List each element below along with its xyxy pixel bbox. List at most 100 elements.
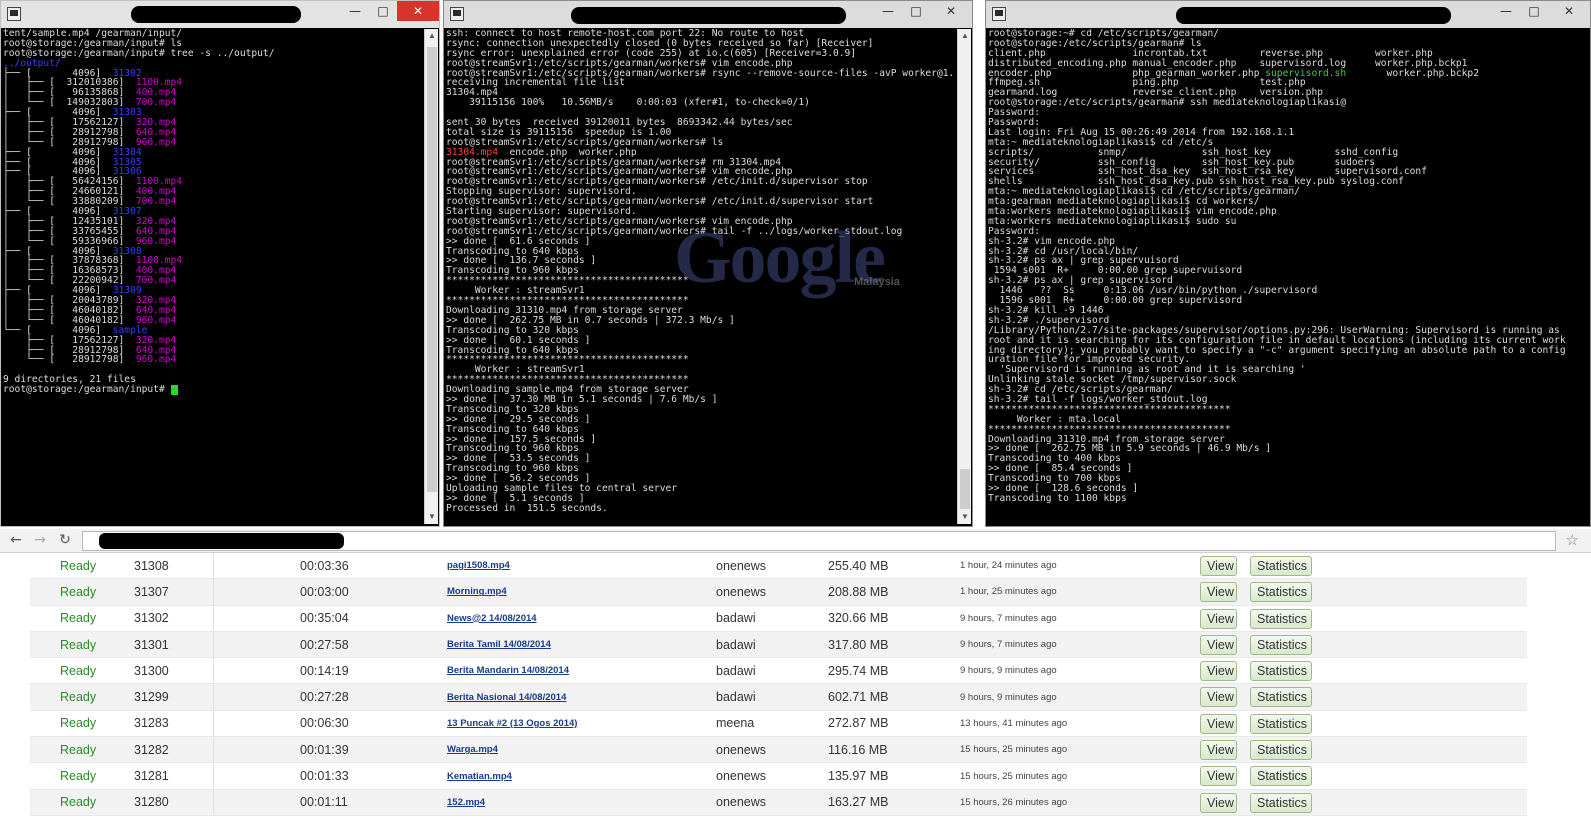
title-link[interactable]: Morning.mp4: [447, 586, 507, 597]
channel-cell: onenews: [716, 558, 767, 573]
title-bar[interactable]: — □ ✕: [986, 1, 1590, 28]
address-bar[interactable]: [82, 531, 1556, 551]
size-cell: 295.74 MB: [828, 663, 889, 678]
view-button[interactable]: View: [1200, 608, 1237, 629]
view-button[interactable]: View: [1200, 792, 1237, 813]
time-ago-cell: 15 hours, 25 minutes ago: [960, 744, 1068, 756]
id-cell: 31280: [134, 795, 169, 810]
scroll-down-icon[interactable]: ▼: [425, 510, 439, 524]
statistics-button[interactable]: Statistics: [1250, 634, 1312, 655]
back-icon[interactable]: ←: [6, 532, 26, 548]
column-divider: [213, 737, 214, 763]
redacted-title: [131, 6, 301, 23]
status-cell: Ready: [60, 795, 97, 810]
status-cell: Ready: [60, 637, 97, 652]
view-button[interactable]: View: [1200, 740, 1237, 761]
google-malaysia-overlay: Malaysia: [854, 276, 900, 288]
view-button[interactable]: View: [1200, 687, 1237, 708]
scroll-down-icon[interactable]: ▼: [958, 510, 972, 524]
title-link[interactable]: Berita Mandarin 14/08/2014: [447, 665, 569, 676]
statistics-button[interactable]: Statistics: [1250, 766, 1312, 787]
terminal-window-mta[interactable]: — □ ✕ root@storage:~# cd /etc/scripts/ge…: [985, 0, 1591, 527]
statistics-button[interactable]: Statistics: [1250, 792, 1312, 813]
view-button[interactable]: View: [1200, 766, 1237, 787]
close-button[interactable]: ✕: [397, 1, 439, 21]
column-divider: [213, 710, 214, 737]
view-button[interactable]: View: [1200, 582, 1237, 603]
column-divider: [213, 631, 214, 658]
title-link[interactable]: Berita Tamil 14/08/2014: [447, 639, 551, 650]
terminal-text: Processed in 151.5 seconds.: [446, 502, 608, 514]
forward-icon[interactable]: →: [30, 532, 50, 548]
view-button[interactable]: View: [1200, 713, 1237, 734]
size-cell: 163.27 MB: [828, 795, 889, 810]
title-link[interactable]: Kematian.mp4: [447, 771, 512, 782]
view-button[interactable]: View: [1200, 634, 1237, 655]
time-ago-cell: 15 hours, 26 minutes ago: [960, 796, 1068, 808]
duration-cell: 00:03:36: [300, 558, 349, 573]
duration-cell: 00:27:28: [300, 690, 349, 705]
title-link[interactable]: News@2 14/08/2014: [447, 613, 537, 624]
scroll-up-icon[interactable]: ▲: [958, 29, 972, 43]
terminal-output[interactable]: root@storage:~# cd /etc/scripts/gearman/…: [988, 29, 1588, 524]
scroll-thumb[interactable]: [427, 47, 437, 492]
status-cell: Ready: [60, 742, 97, 757]
terminal-window-streamsvr1[interactable]: — □ ✕ ssh: connect to host remote-host.c…: [443, 0, 973, 527]
time-ago-cell: 9 hours, 7 minutes ago: [960, 639, 1057, 651]
title-link[interactable]: Warga.mp4: [447, 744, 498, 755]
size-cell: 320.66 MB: [828, 611, 889, 626]
minimize-button[interactable]: —: [341, 1, 369, 21]
status-cell: Ready: [60, 558, 97, 573]
title-bar[interactable]: — □ ✕: [1, 1, 439, 28]
statistics-button[interactable]: Statistics: [1250, 661, 1312, 682]
redacted-url: [99, 533, 344, 549]
column-divider: [213, 553, 214, 579]
maximize-button[interactable]: □: [369, 1, 397, 21]
statistics-button[interactable]: Statistics: [1250, 556, 1312, 576]
statistics-button[interactable]: Statistics: [1250, 740, 1312, 761]
close-button[interactable]: ✕: [930, 1, 972, 21]
time-ago-cell: 15 hours, 25 minutes ago: [960, 770, 1068, 782]
browser-window: ← → ↻ ☆ Ready 31308 00:03:36 pagi1508.mp4 on…: [0, 529, 1591, 828]
id-cell: 31307: [134, 584, 169, 599]
table-row: Ready 31283 00:06:30 13 Puncak #2 (13 Ogos …: [30, 710, 1527, 738]
statistics-button[interactable]: Statistics: [1250, 582, 1312, 603]
scroll-thumb[interactable]: [960, 469, 970, 509]
putty-icon: [992, 7, 1006, 21]
table-row: Ready 31308 00:03:36 pagi1508.mp4 onenews 255…: [30, 553, 1527, 580]
putty-icon: [450, 7, 464, 21]
duration-cell: 00:14:19: [300, 663, 349, 678]
view-button[interactable]: View: [1200, 661, 1237, 682]
id-cell: 31301: [134, 637, 169, 652]
terminal-line: └── [ 28912798] 960.mp4: [3, 355, 423, 365]
statistics-button[interactable]: Statistics: [1250, 713, 1312, 734]
maximize-button[interactable]: □: [1520, 1, 1548, 21]
close-button[interactable]: ✕: [1548, 1, 1590, 21]
title-link[interactable]: 152.mp4: [447, 797, 485, 808]
title-link[interactable]: pagi1508.mp4: [447, 560, 510, 571]
size-cell: 602.71 MB: [828, 690, 889, 705]
maximize-button[interactable]: □: [902, 1, 930, 21]
status-cell: Ready: [60, 716, 97, 731]
bookmark-star-icon[interactable]: ☆: [1566, 531, 1579, 549]
view-button[interactable]: View: [1200, 556, 1237, 576]
statistics-button[interactable]: Statistics: [1250, 687, 1312, 708]
minimize-button[interactable]: —: [874, 1, 902, 21]
duration-cell: 00:01:39: [300, 742, 349, 757]
table-row: Ready 31280 00:01:11 152.mp4 onenews 163.27 M…: [30, 789, 1527, 816]
statistics-button[interactable]: Statistics: [1250, 608, 1312, 629]
duration-cell: 00:01:11: [300, 795, 348, 810]
title-bar[interactable]: — □ ✕: [444, 1, 972, 28]
scroll-up-icon[interactable]: ▲: [425, 29, 439, 43]
terminal-window-storage[interactable]: — □ ✕ tent/sample.mp4 /gearman/input/roo…: [0, 0, 440, 527]
title-link[interactable]: 13 Puncak #2 (13 Ogos 2014): [447, 718, 577, 729]
reload-icon[interactable]: ↻: [55, 532, 75, 548]
time-ago-cell: 9 hours, 7 minutes ago: [960, 612, 1057, 624]
minimize-button[interactable]: —: [1492, 1, 1520, 21]
scrollbar[interactable]: ▲ ▼: [957, 29, 971, 524]
title-link[interactable]: Berita Nasional 14/08/2014: [447, 692, 566, 703]
terminal-output[interactable]: tent/sample.mp4 /gearman/input/root@stor…: [3, 29, 423, 524]
channel-cell: onenews: [716, 795, 767, 810]
table-row: Ready 31282 00:01:39 Warga.mp4 onenews 116.16…: [30, 737, 1527, 764]
scrollbar[interactable]: ▲ ▼: [424, 29, 438, 524]
